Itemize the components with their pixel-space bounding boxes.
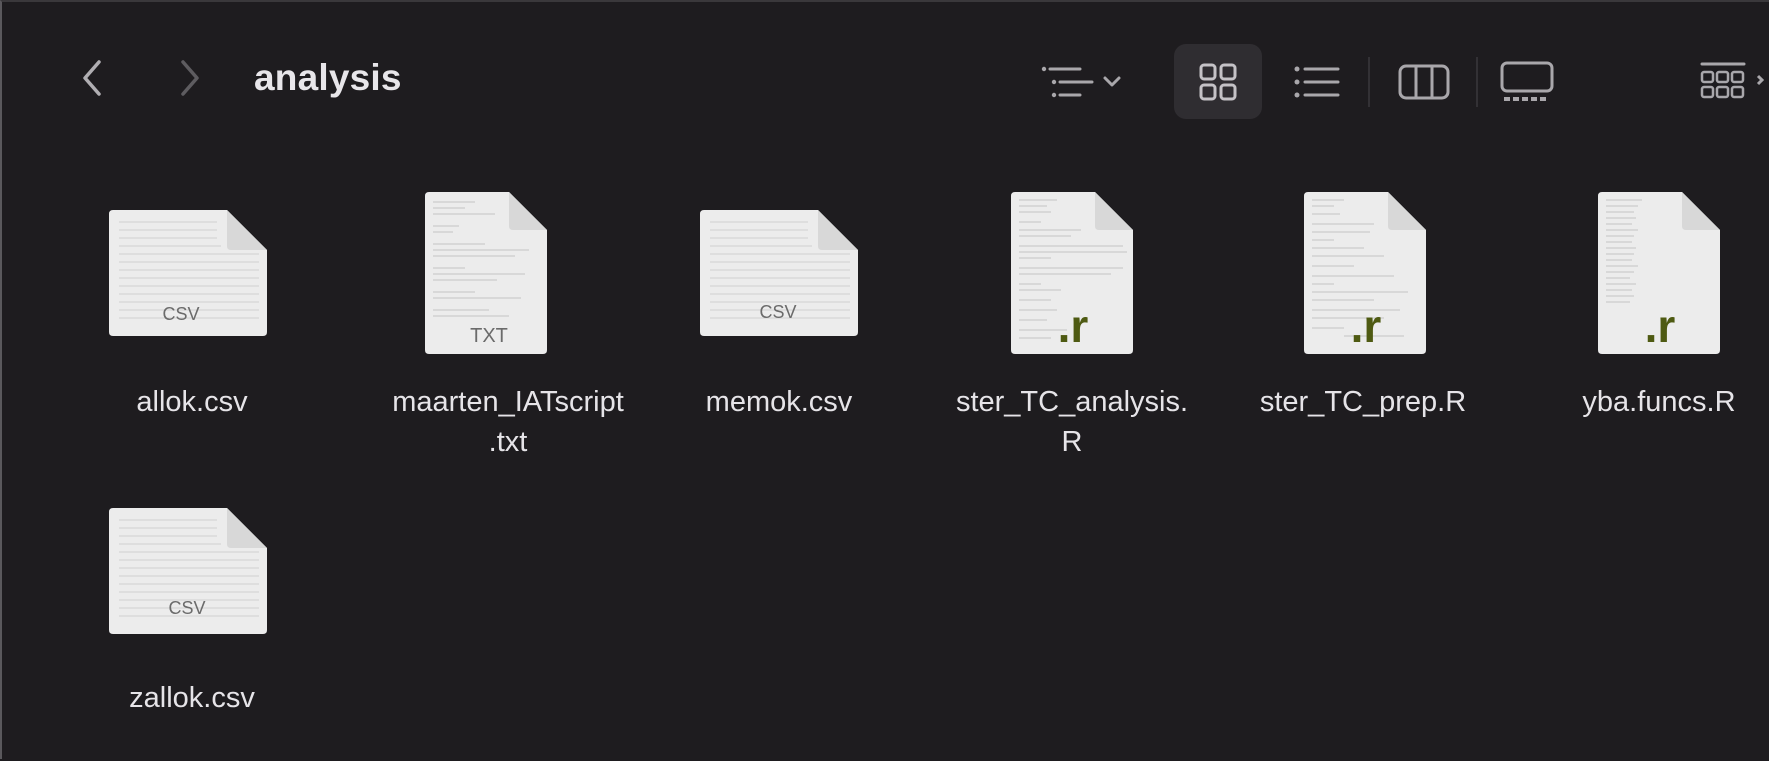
file-name-line: zallok.csv (129, 682, 255, 714)
txt-file-icon: TXT (425, 192, 547, 354)
file-item-maarten-iatscript[interactable]: TXT maarten_IATscript .txt (363, 152, 653, 458)
file-item-zallok[interactable]: CSV zallok.csv (47, 452, 337, 752)
window-title: analysis (254, 57, 402, 98)
file-name-line: yba.funcs.R (1582, 386, 1736, 418)
file-name-line: .txt (488, 426, 528, 458)
file-name-label: yba.funcs.R (1514, 382, 1769, 422)
chevron-down-icon (1103, 76, 1121, 87)
file-badge: TXT (470, 325, 508, 347)
group-by-button[interactable] (1027, 57, 1137, 107)
file-name-label: ster_TC_prep.R (1218, 382, 1508, 422)
back-button[interactable] (72, 56, 116, 100)
file-badge: .r (1351, 300, 1382, 352)
file-grid: CSV allok.csv TXT maarten_IATscript .txt… (2, 152, 1769, 761)
file-name-line: maarten_IATscript (392, 386, 624, 418)
file-item-yba-funcs[interactable]: .r yba.funcs.R (1482, 152, 1769, 452)
column-view-icon (1398, 64, 1450, 100)
file-badge: CSV (162, 304, 199, 324)
file-badge: .r (1645, 300, 1676, 352)
file-badge: CSV (168, 598, 205, 618)
csv-file-icon: CSV (700, 210, 858, 336)
file-name-label: maarten_IATscript .txt (363, 382, 653, 462)
file-badge: .r (1058, 300, 1089, 352)
group-by-lines-icon (1041, 66, 1094, 98)
file-item-ster-tc-prep[interactable]: .r ster_TC_prep.R (1218, 152, 1508, 452)
csv-file-icon: CSV (109, 210, 267, 336)
column-view-button[interactable] (1392, 57, 1456, 107)
r-file-icon: .r (1304, 192, 1426, 354)
file-name-line: memok.csv (705, 386, 853, 418)
file-name-line: ster_TC_analysis. (955, 386, 1189, 418)
gallery-view-button[interactable] (1494, 57, 1560, 107)
file-name-label: zallok.csv (47, 678, 337, 718)
file-name-label: memok.csv (634, 382, 924, 422)
toolbar-divider (1368, 57, 1370, 107)
more-views-grid-icon (1700, 62, 1764, 99)
toolbar-divider (1476, 57, 1478, 107)
chevron-left-icon (83, 60, 101, 96)
file-name-line: R (1061, 426, 1083, 458)
forward-button[interactable] (168, 56, 212, 100)
gallery-view-icon (1500, 61, 1554, 101)
file-name-line: ster_TC_prep.R (1259, 386, 1467, 418)
more-views-button[interactable] (1694, 57, 1769, 107)
list-view-button[interactable] (1287, 57, 1347, 107)
file-item-ster-tc-analysis[interactable]: .r ster_TC_analysis. R (927, 152, 1217, 458)
r-file-icon: .r (1598, 192, 1720, 354)
finder-window: analysis CSV allok.csv TXT maarten_IATsc… (0, 0, 1769, 759)
icon-view-grid-icon (1199, 63, 1237, 100)
icon-view-button[interactable] (1174, 44, 1262, 119)
toolbar: analysis (2, 2, 1769, 152)
r-file-icon: .r (1011, 192, 1133, 354)
file-item-allok[interactable]: CSV allok.csv (47, 152, 337, 452)
file-badge: CSV (759, 302, 796, 322)
csv-file-icon: CSV (109, 508, 267, 634)
file-name-line: allok.csv (136, 386, 248, 418)
file-name-label: allok.csv (47, 382, 337, 422)
list-view-icon (1294, 66, 1340, 98)
chevron-right-icon (181, 60, 199, 96)
file-item-memok[interactable]: CSV memok.csv (634, 152, 924, 452)
file-name-label: ster_TC_analysis. R (927, 382, 1217, 462)
